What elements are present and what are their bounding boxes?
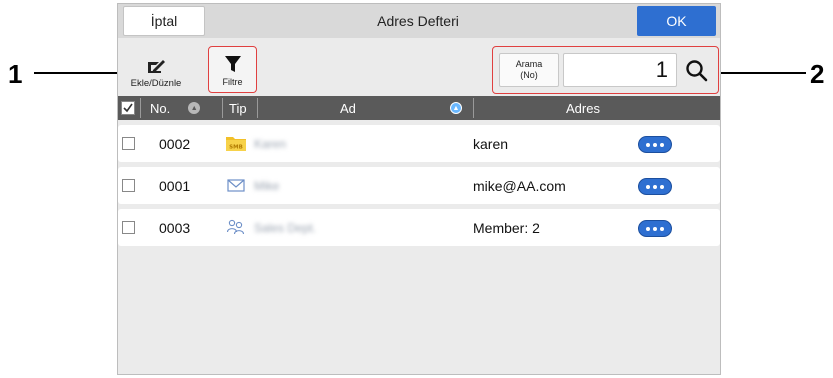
row-address: mike@AA.com bbox=[473, 177, 566, 194]
check-icon bbox=[123, 103, 133, 113]
column-header-no[interactable]: No. ▲ bbox=[150, 96, 220, 120]
row-number: 0002 bbox=[159, 135, 191, 152]
column-header-address: Adres bbox=[566, 96, 626, 120]
search-icon bbox=[686, 60, 708, 82]
search-button[interactable] bbox=[682, 56, 712, 86]
sort-indicator-icon: ▲ bbox=[188, 102, 201, 114]
column-header-type-label: Tip bbox=[229, 100, 247, 116]
group-icon bbox=[226, 219, 245, 235]
row-name: Mike bbox=[254, 178, 280, 193]
callout-2: 2 bbox=[810, 59, 825, 89]
filter-icon bbox=[224, 56, 241, 72]
row-address: Member: 2 bbox=[473, 219, 540, 236]
smb-icon-text: SMB bbox=[229, 145, 243, 151]
row-name: Sales Dept. bbox=[254, 220, 317, 235]
toolbar: Ekle/Düznle Filtre Arama (No) 1 bbox=[118, 38, 720, 96]
search-by-number-button[interactable]: Arama (No) bbox=[499, 53, 559, 87]
filter-button[interactable]: Filtre bbox=[208, 46, 257, 93]
title-bar: İptal Adres Defteri OK bbox=[118, 4, 720, 38]
ok-button[interactable]: OK bbox=[637, 6, 716, 36]
address-book-screen: İptal Adres Defteri OK Ekle/Düznle Filtr… bbox=[117, 3, 721, 375]
search-label-line2: (No) bbox=[520, 70, 538, 80]
row-checkbox[interactable] bbox=[122, 179, 135, 192]
select-all-checkbox[interactable] bbox=[121, 101, 135, 115]
row-checkbox[interactable] bbox=[122, 137, 135, 150]
email-icon bbox=[227, 179, 245, 192]
add-edit-icon bbox=[148, 60, 165, 73]
cancel-button[interactable]: İptal bbox=[123, 6, 205, 36]
table-row[interactable]: 0001 Mike mike@AA.com bbox=[118, 167, 720, 204]
column-header-no-label: No. bbox=[150, 100, 171, 116]
table-row[interactable]: 0002 SMB Karen karen bbox=[118, 125, 720, 162]
row-address: karen bbox=[473, 135, 509, 152]
column-header-type: Tip bbox=[229, 96, 259, 120]
callout-1: 1 bbox=[8, 59, 23, 89]
row-number: 0003 bbox=[159, 219, 191, 236]
table-header: No. ▲ Tip Ad ▲ Adres bbox=[118, 96, 720, 120]
page-title: Adres Defteri bbox=[377, 13, 459, 29]
table-row[interactable]: 0003 Sales Dept. Member: 2 bbox=[118, 209, 720, 246]
callout-2-line bbox=[718, 72, 806, 74]
more-options-button[interactable] bbox=[638, 220, 672, 237]
smb-folder-icon: SMB bbox=[226, 137, 246, 151]
row-checkbox[interactable] bbox=[122, 221, 135, 234]
filter-label: Filtre bbox=[222, 77, 243, 87]
more-options-button[interactable] bbox=[638, 136, 672, 153]
sort-ascending-icon[interactable]: ▲ bbox=[450, 102, 462, 114]
search-panel: Arama (No) 1 bbox=[492, 46, 719, 94]
search-label-line1: Arama bbox=[515, 59, 543, 69]
more-options-button[interactable] bbox=[638, 178, 672, 195]
row-number: 0001 bbox=[159, 177, 191, 194]
add-edit-button[interactable]: Ekle/Düznle bbox=[120, 44, 192, 94]
column-header-address-label: Adres bbox=[566, 100, 600, 116]
row-name: Karen bbox=[254, 136, 287, 151]
column-header-name-label: Ad bbox=[340, 100, 356, 116]
search-input[interactable]: 1 bbox=[563, 53, 677, 87]
column-header-name[interactable]: Ad bbox=[340, 96, 380, 120]
add-edit-label: Ekle/Düznle bbox=[130, 78, 182, 89]
